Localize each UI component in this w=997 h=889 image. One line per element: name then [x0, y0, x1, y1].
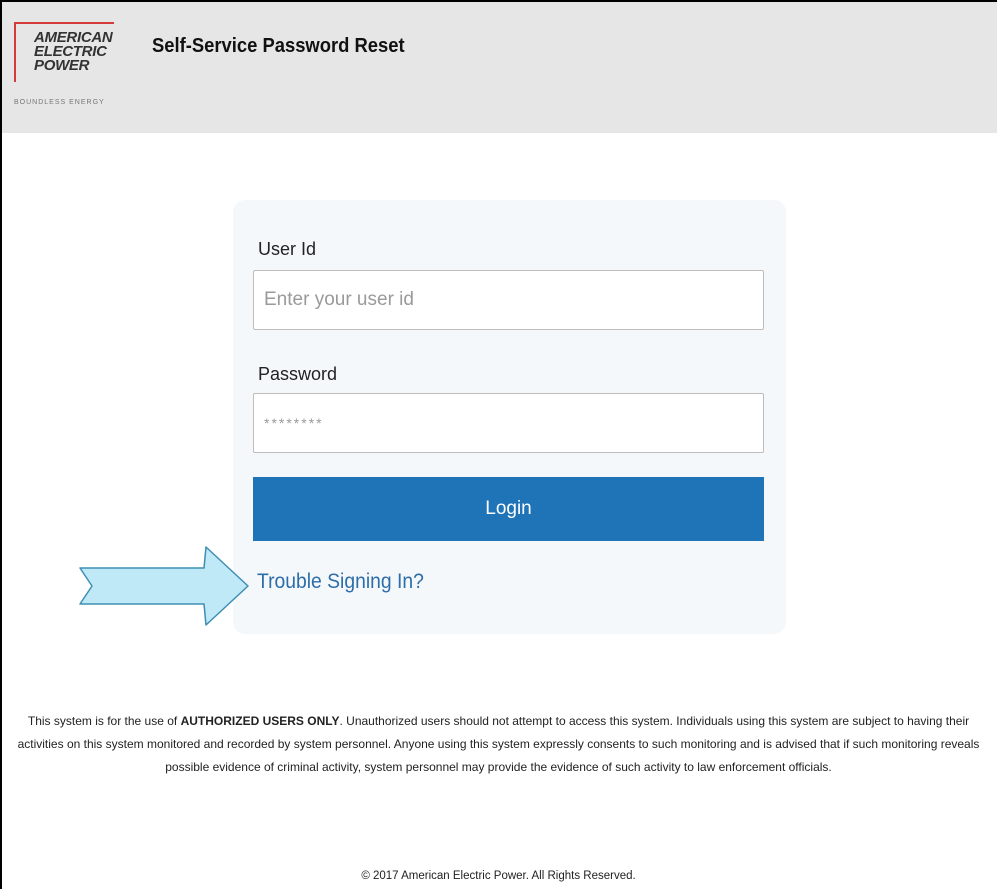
- notice-line-1-post: . Unauthorized users should not attempt …: [339, 714, 970, 728]
- callout-arrow-icon: [79, 546, 249, 626]
- password-label: Password: [258, 364, 338, 384]
- trouble-signing-in-link[interactable]: Trouble Signing In?: [257, 570, 424, 594]
- notice-line-3: possible evidence of criminal activity, …: [165, 760, 832, 774]
- page-title: Self-Service Password Reset: [152, 35, 405, 57]
- notice-line-2: activities on this system monitored and …: [17, 737, 980, 751]
- notice-line-1: This system is for the use of AUTHORIZED…: [0, 710, 997, 733]
- header-bar: AMERICAN ELECTRIC POWER BOUNDLESS ENERGY…: [2, 2, 997, 133]
- logo-tagline: BOUNDLESS ENERGY: [14, 99, 105, 106]
- user-id-label: User Id: [258, 239, 317, 259]
- logo-text-power: POWER: [34, 57, 90, 74]
- copyright-text: © 2017 American Electric Power. All Righ…: [361, 870, 636, 882]
- callout-arrow-shape: [79, 546, 249, 626]
- password-input[interactable]: [253, 393, 764, 453]
- authorized-use-notice: This system is for the use of AUTHORIZED…: [0, 710, 997, 779]
- notice-line-1-pre: This system is for the use of: [27, 714, 181, 728]
- login-button[interactable]: Login: [253, 477, 764, 541]
- notice-authorized-emphasis: AUTHORIZED USERS ONLY: [180, 714, 340, 728]
- aep-logo[interactable]: AMERICAN ELECTRIC POWER BOUNDLESS ENERGY: [14, 22, 144, 117]
- user-id-input[interactable]: [253, 270, 764, 330]
